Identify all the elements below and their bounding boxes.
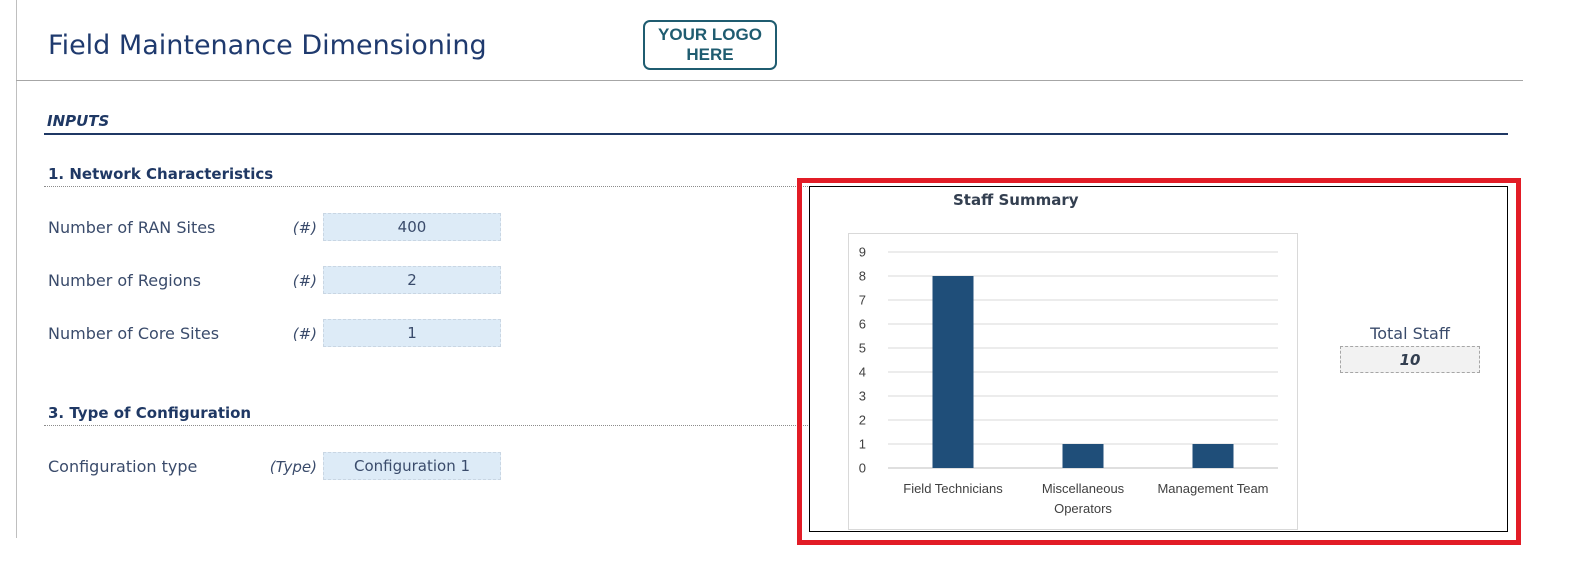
y-tick-label: 5	[859, 341, 866, 356]
section-divider	[44, 186, 814, 187]
y-tick-label: 0	[859, 461, 866, 476]
ran-sites-input[interactable]: 400	[323, 213, 501, 241]
x-tick-label: Field Technicians	[903, 481, 1003, 496]
y-tick-label: 4	[859, 365, 866, 380]
y-tick-label: 7	[859, 293, 866, 308]
x-tick-label: Miscellaneous Operators	[1042, 481, 1125, 516]
logo-text-line1: YOUR LOGO	[658, 25, 762, 44]
chart-title: Staff Summary	[953, 191, 1079, 209]
y-tick-label: 6	[859, 317, 866, 332]
regions-label: Number of Regions	[48, 271, 201, 290]
configuration-type-select[interactable]: Configuration 1	[323, 452, 501, 480]
logo-placeholder: YOUR LOGO HERE	[643, 20, 777, 70]
page-title: Field Maintenance Dimensioning	[48, 30, 487, 61]
inputs-divider	[44, 133, 1508, 135]
bar	[1192, 444, 1234, 468]
regions-input[interactable]: 2	[323, 266, 501, 294]
section-network-characteristics-title: 1. Network Characteristics	[48, 165, 274, 183]
bar	[1062, 444, 1104, 468]
y-tick-label: 9	[859, 245, 866, 260]
core-sites-label: Number of Core Sites	[48, 324, 220, 343]
bar	[932, 276, 974, 468]
bar-chart-svg: 0 1 2 3 4 5 6 7 8 9 Field Technicians Miscellaneous…	[859, 245, 1278, 516]
logo-text-line2: HERE	[686, 45, 734, 64]
total-staff-label: Total Staff	[1370, 324, 1450, 343]
regions-unit: (#)	[292, 272, 317, 290]
y-tick-label: 2	[859, 413, 866, 428]
ran-sites-label: Number of RAN Sites	[48, 218, 216, 237]
configuration-type-unit: (Type)	[269, 458, 317, 476]
y-tick-label: 3	[859, 389, 866, 404]
core-sites-input[interactable]: 1	[323, 319, 501, 347]
core-sites-unit: (#)	[292, 325, 317, 343]
total-staff-value: 10	[1340, 346, 1480, 373]
y-tick-label: 8	[859, 269, 866, 284]
ran-sites-unit: (#)	[292, 219, 317, 237]
y-tick-label: 1	[859, 437, 866, 452]
inputs-heading: INPUTS	[47, 112, 110, 130]
header-divider	[16, 80, 1523, 81]
x-tick-label: Management Team	[1157, 481, 1268, 496]
configuration-type-label: Configuration type	[48, 457, 198, 476]
section-configuration-title: 3. Type of Configuration	[48, 404, 252, 422]
section-divider	[44, 425, 814, 426]
